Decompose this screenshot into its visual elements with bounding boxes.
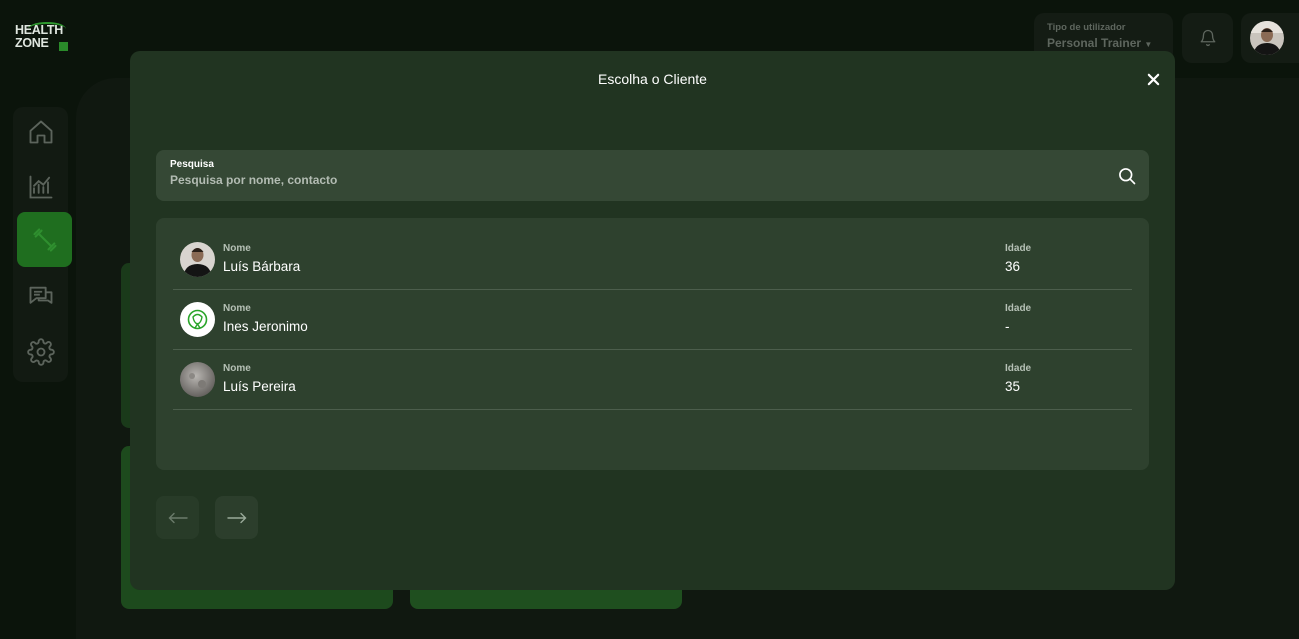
avatar: [180, 362, 215, 397]
arrow-left-icon: [168, 512, 188, 523]
client-name: Luís Bárbara: [223, 259, 301, 274]
search-icon[interactable]: [1117, 166, 1137, 186]
sidebar-item-settings[interactable]: [13, 327, 68, 377]
client-row[interactable]: Nome Ines Jeronimo Idade -: [173, 290, 1132, 350]
avatar: [180, 302, 215, 337]
age-label: Idade: [1005, 363, 1032, 374]
user-type-value: Personal Trainer ▼: [1047, 36, 1153, 50]
choose-client-modal: Escolha o Cliente Pesquisa Nome Luís Bár…: [130, 51, 1175, 590]
chat-icon: [29, 286, 52, 304]
search-box: Pesquisa: [156, 150, 1149, 201]
sidebar-item-workouts[interactable]: [17, 212, 72, 267]
sidebar: [13, 107, 72, 382]
sidebar-item-stats[interactable]: [13, 162, 68, 212]
client-age: 36: [1005, 259, 1021, 274]
client-name: Luís Pereira: [223, 379, 296, 394]
previous-page-button[interactable]: [156, 496, 199, 539]
avatar: [1250, 21, 1284, 55]
client-list: Nome Luís Bárbara Idade 36 Nome Ines Jer…: [156, 218, 1149, 470]
name-label: Nome: [223, 243, 251, 254]
sidebar-item-messages[interactable]: [13, 272, 68, 322]
gear-icon: [26, 338, 55, 366]
profile-button[interactable]: [1241, 13, 1299, 63]
next-page-button[interactable]: [215, 496, 258, 539]
dumbbell-icon: [32, 227, 57, 252]
close-button[interactable]: [1145, 71, 1161, 87]
sidebar-item-home[interactable]: [13, 107, 68, 157]
age-label: Idade: [1005, 303, 1032, 314]
search-input[interactable]: [170, 173, 1070, 187]
name-label: Nome: [223, 303, 251, 314]
client-name: Ines Jeronimo: [223, 319, 308, 334]
client-age: -: [1005, 319, 1010, 334]
name-label: Nome: [223, 363, 251, 374]
user-type-label: Tipo de utilizador: [1047, 22, 1126, 33]
app-logo[interactable]: HEALTH ZONE: [15, 22, 71, 56]
client-age: 35: [1005, 379, 1021, 394]
age-label: Idade: [1005, 243, 1032, 254]
caret-down-icon: ▼: [1144, 40, 1153, 49]
client-row[interactable]: Nome Luís Bárbara Idade 36: [173, 230, 1132, 290]
arrow-right-icon: [226, 512, 246, 523]
bell-icon: [1200, 29, 1215, 47]
avatar: [180, 242, 215, 277]
modal-title: Escolha o Cliente: [598, 71, 707, 87]
close-icon: [1147, 73, 1159, 85]
notifications-button[interactable]: [1182, 13, 1233, 63]
client-row[interactable]: Nome Luís Pereira Idade 35: [173, 350, 1132, 410]
home-icon: [29, 120, 52, 144]
chart-icon: [29, 175, 52, 199]
search-label: Pesquisa: [170, 159, 214, 170]
